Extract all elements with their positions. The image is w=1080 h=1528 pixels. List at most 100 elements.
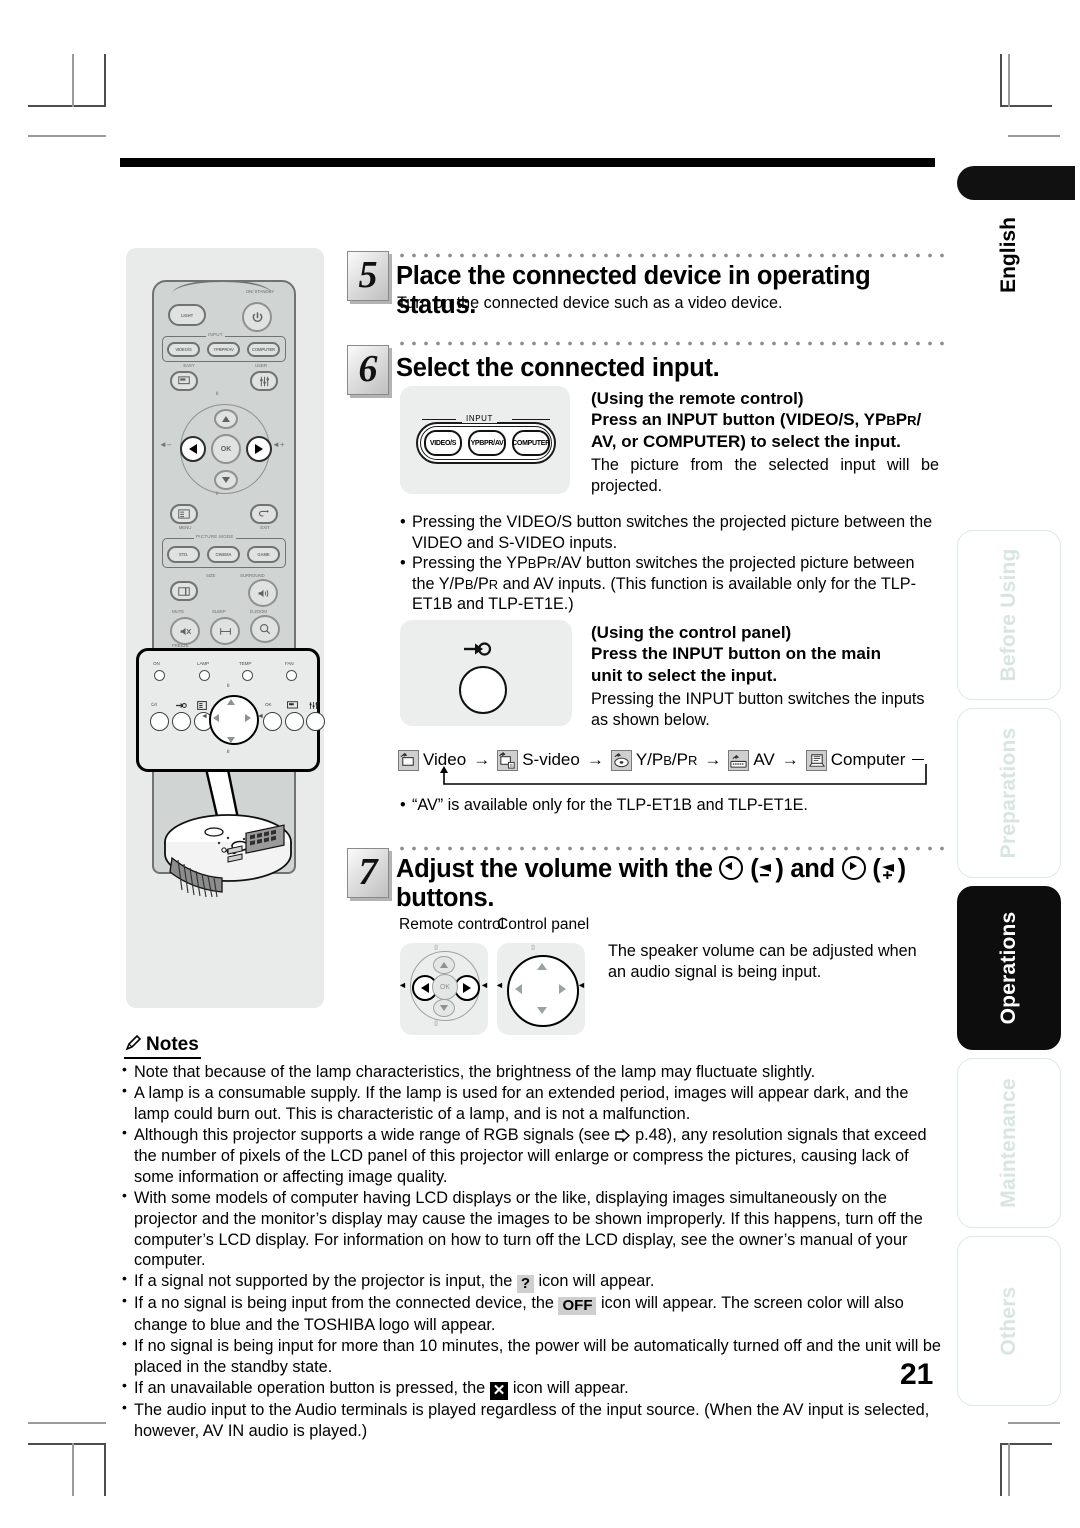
note-text: A lamp is a consumable supply. If the la… bbox=[134, 1083, 909, 1123]
indicator-fan bbox=[286, 670, 297, 681]
group-rule-left bbox=[422, 419, 456, 420]
instruction-part-1: Press an INPUT button (VIDEO/S, YP bbox=[591, 410, 887, 429]
panel-volume-minus-label: ◄ bbox=[201, 713, 208, 720]
figure-input-button[interactable] bbox=[459, 666, 507, 714]
sidebar-item-maintenance[interactable]: Maintenance bbox=[957, 1058, 1061, 1228]
step-6-remote-instruction: Press an INPUT button (VIDEO/S, YPBPR/ A… bbox=[591, 409, 943, 454]
volume-up-icon bbox=[881, 857, 898, 880]
projector-graphic bbox=[164, 814, 292, 898]
crop-line bbox=[28, 1443, 106, 1445]
note-item: If a signal not supported by the project… bbox=[122, 1270, 942, 1294]
note-item: Although this projector supports a wide … bbox=[122, 1124, 942, 1188]
page-reference: p.48 bbox=[635, 1125, 667, 1144]
instruction-slash: / bbox=[916, 410, 922, 429]
unavailable-button-icon: ✕ bbox=[489, 1382, 509, 1401]
panel-power-button[interactable] bbox=[150, 712, 169, 731]
crop-line bbox=[1008, 1443, 1010, 1496]
remote-dpad-figure: ⌷ ⌷ OK ◄ ◄ bbox=[398, 943, 489, 1035]
tab-label: Maintenance bbox=[997, 1078, 1020, 1208]
step-5-dot-rule bbox=[396, 252, 944, 259]
sequence-loop-arrow bbox=[440, 764, 927, 785]
step-6-remote-body: The picture from the selected input will… bbox=[591, 456, 939, 495]
figure-video-s-label: VIDEO/S bbox=[429, 439, 457, 447]
indicator-label-fan: FAN bbox=[285, 661, 294, 666]
figure-keystone-up-icon: ⌷ bbox=[434, 945, 439, 952]
figure-video-s-button[interactable]: VIDEO/S bbox=[424, 430, 462, 456]
step-6-number: 6 bbox=[347, 345, 389, 395]
note-item: A lamp is a consumable supply. If the la… bbox=[122, 1082, 942, 1125]
panel-triangle-down-icon bbox=[227, 737, 235, 743]
step-6-footnote-text: “AV” is available only for the TLP-ET1B … bbox=[412, 796, 808, 814]
step-7-dot-rule bbox=[396, 845, 944, 852]
step-6-dot-rule bbox=[396, 340, 944, 347]
volume-down-icon bbox=[758, 857, 775, 877]
figure-volume-plus: ◄ bbox=[480, 980, 489, 990]
instruction-sub-b: B bbox=[886, 413, 896, 428]
remote-and-projector-illustration: ON/ STANDBY LIGHT INPUT VIDEO/S YPBPR/AV… bbox=[126, 248, 325, 1008]
figure-volume-minus: ◄ bbox=[398, 980, 407, 990]
figure-up-button[interactable] bbox=[433, 956, 455, 974]
crop-line bbox=[1008, 1422, 1060, 1424]
panel-figure-keystone-up-icon: ⌷ bbox=[531, 945, 536, 952]
step-6-title: Select the connected input. bbox=[396, 354, 720, 382]
remote-input-buttons-figure: INPUT VIDEO/S YPBPR/AV COMPUTER bbox=[400, 386, 570, 494]
step-6-remote-heading: (Using the remote control) bbox=[591, 389, 804, 408]
header-tab-marker bbox=[957, 166, 1075, 200]
step-5-number: 5 bbox=[347, 251, 389, 301]
sidebar-item-operations[interactable]: Operations bbox=[957, 886, 1061, 1050]
note-text: With some models of computer having LCD … bbox=[134, 1188, 923, 1270]
panel-triangle-right-icon bbox=[245, 714, 251, 722]
note-item: The audio input to the Audio terminals i… bbox=[122, 1399, 942, 1442]
crop-line bbox=[72, 54, 74, 107]
panel-input-button[interactable] bbox=[172, 712, 191, 731]
panel-figure-volume-plus: ◄ bbox=[577, 980, 586, 990]
step-7-caption-panel: Control panel bbox=[497, 916, 590, 933]
section-tabs: Before Using Preparations Operations Mai… bbox=[957, 200, 1063, 1406]
indicator-label-temp: TEMP bbox=[239, 661, 252, 666]
tab-label: Others bbox=[997, 1286, 1020, 1356]
note-text: If no signal is being input for more tha… bbox=[134, 1337, 941, 1377]
figure-keystone-down-icon: ⌷ bbox=[434, 1021, 439, 1028]
indicator-on bbox=[154, 670, 165, 681]
step-7-body: The speaker volume can be adjusted when … bbox=[608, 942, 917, 981]
crop-line bbox=[104, 54, 106, 107]
sidebar-item-others[interactable]: Others bbox=[957, 1236, 1061, 1406]
panel-ok-button[interactable] bbox=[263, 712, 282, 731]
panel-figure-triangle-up-icon bbox=[537, 963, 547, 970]
input-arrow-icon bbox=[176, 702, 187, 709]
sidebar-item-before-using[interactable]: Before Using bbox=[957, 530, 1061, 700]
note-item: With some models of computer having LCD … bbox=[122, 1187, 942, 1272]
figure-input-group-label: INPUT bbox=[462, 414, 497, 423]
panel-user-icon bbox=[309, 701, 318, 710]
note-item: Note that because of the lamp characteri… bbox=[122, 1061, 942, 1083]
crop-line bbox=[28, 135, 106, 137]
panel-keystone-down-label: ⌷ bbox=[227, 749, 230, 754]
panel-figure-triangle-left-icon bbox=[515, 984, 522, 994]
step-7-title: Adjust the volume with the ( ) and ( ) bu… bbox=[396, 855, 906, 912]
figure-ok-button[interactable]: OK bbox=[432, 974, 458, 1000]
crop-line bbox=[104, 1443, 106, 1496]
step-6-panel-body: Pressing the INPUT button switches the i… bbox=[591, 690, 925, 729]
tab-label: Preparations bbox=[997, 727, 1020, 859]
indicator-temp bbox=[242, 670, 253, 681]
step-7-number: 7 bbox=[347, 848, 389, 898]
page-number: 21 bbox=[900, 1358, 934, 1391]
figure-ypbpr-av-button[interactable]: YPBPR/AV bbox=[468, 430, 506, 456]
panel-power-label: ⏻/I bbox=[151, 702, 157, 707]
panel-instruction-line-1: Press the INPUT button on the main bbox=[591, 644, 881, 663]
right-button-icon bbox=[841, 856, 866, 880]
panel-figure-volume-minus: ◄ bbox=[495, 980, 504, 990]
crop-line bbox=[28, 105, 106, 107]
figure-ypbpr-av-label: YPBPR/AV bbox=[470, 439, 504, 447]
panel-menu-icon bbox=[197, 701, 207, 710]
figure-computer-button[interactable]: COMPUTER bbox=[512, 430, 550, 456]
panel-instruction-line-2: unit to select the input. bbox=[591, 666, 778, 686]
sidebar-item-preparations[interactable]: Preparations bbox=[957, 708, 1061, 878]
step-6-bullet-2: • Pressing the YPBPR/AV button switches … bbox=[400, 554, 916, 614]
instruction-part-2: AV, or COMPUTER) to select the input. bbox=[591, 432, 901, 452]
figure-down-button[interactable] bbox=[433, 999, 455, 1017]
step-6-panel-instruction: Press the INPUT button on the main unit … bbox=[591, 643, 943, 688]
panel-easy-button[interactable] bbox=[285, 712, 304, 731]
panel-user-button[interactable] bbox=[306, 712, 325, 731]
panel-ok-label: OK bbox=[265, 702, 272, 707]
